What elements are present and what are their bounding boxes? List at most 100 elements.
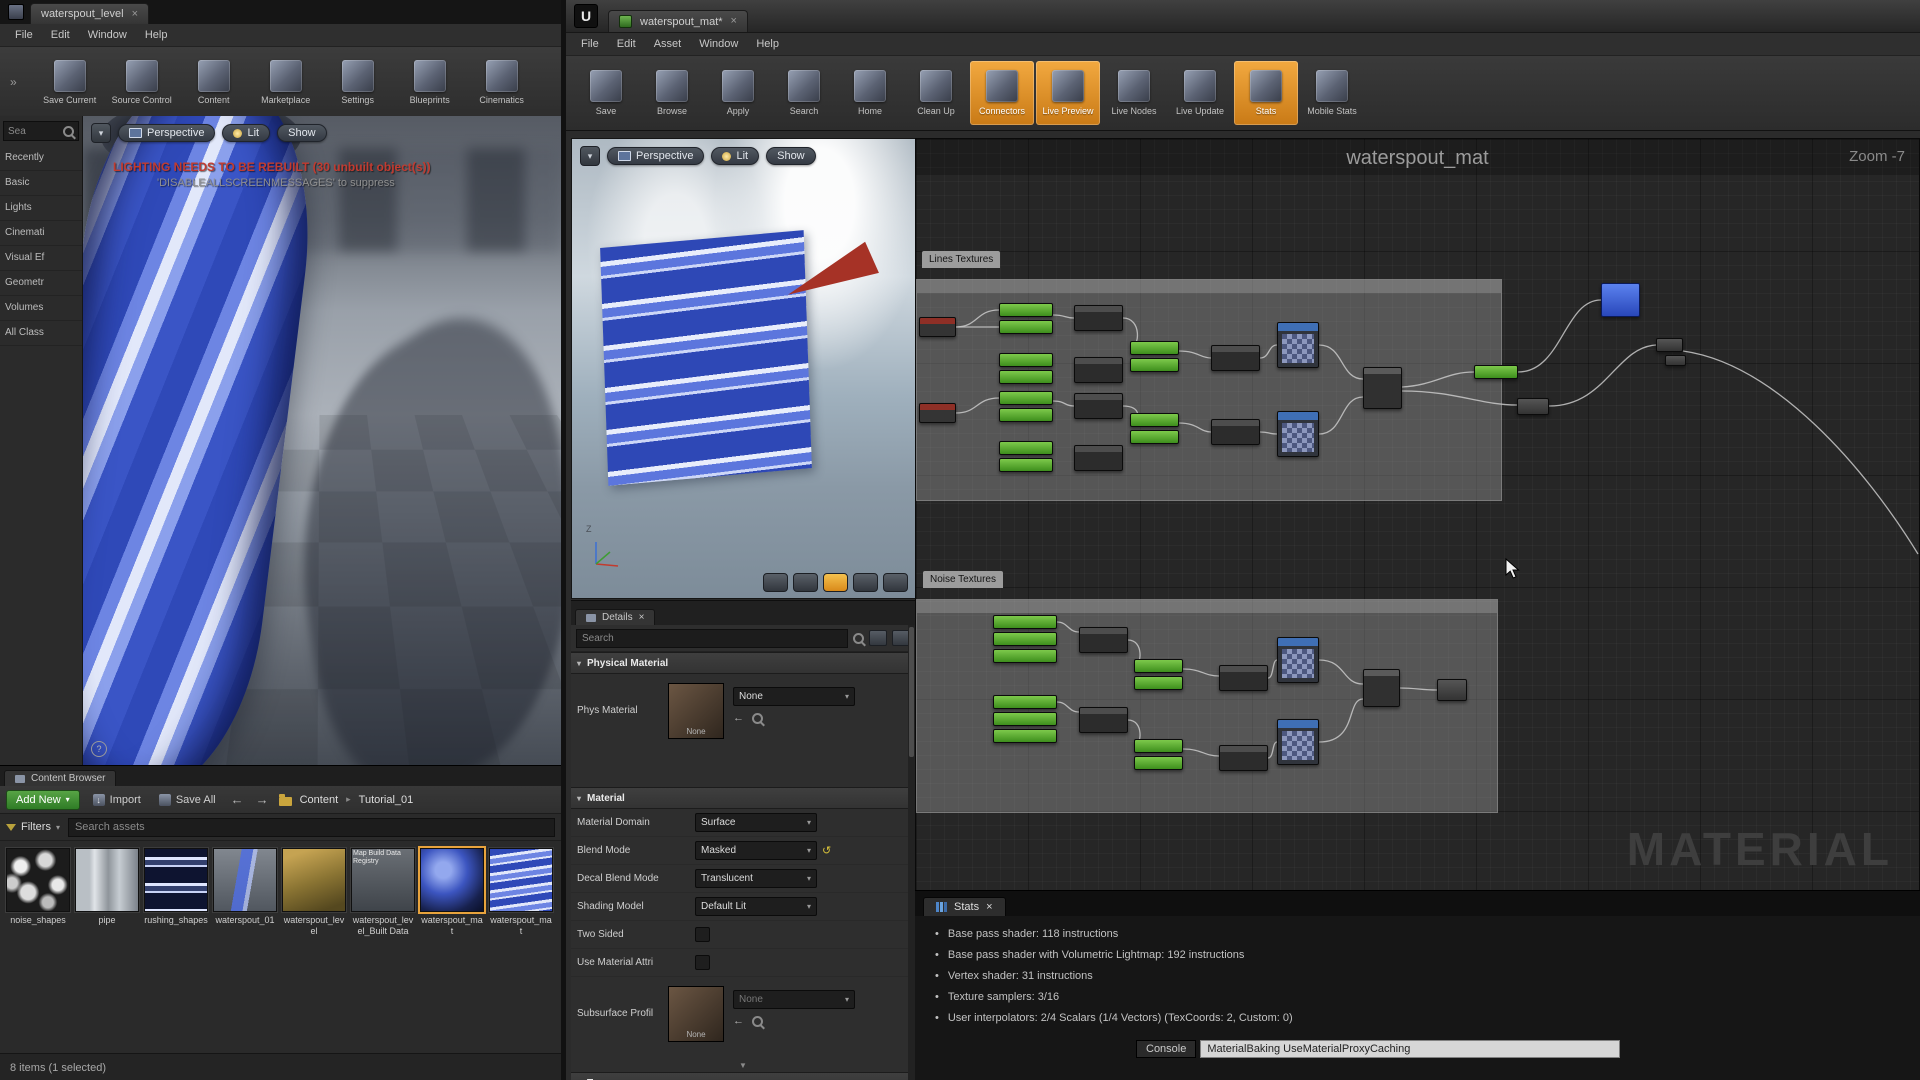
import-button[interactable]: ↓ Import [88, 791, 146, 809]
material-node[interactable] [1363, 669, 1400, 707]
details-scrollbar[interactable] [908, 625, 915, 1080]
material-node[interactable] [919, 403, 956, 423]
asset-tile[interactable]: waterspout_mat [489, 848, 553, 1046]
material-node[interactable] [993, 649, 1057, 663]
material-node[interactable] [1665, 355, 1686, 366]
material-node[interactable] [999, 458, 1053, 472]
back-icon[interactable]: ← [229, 792, 246, 807]
breadcrumb-current[interactable]: Tutorial_01 [359, 794, 414, 806]
browse-to-icon[interactable] [752, 1016, 763, 1027]
menu-item[interactable]: Help [136, 27, 177, 43]
material-node[interactable] [1437, 679, 1467, 701]
toolbar-button[interactable]: Source Control [109, 60, 175, 105]
close-icon[interactable]: × [986, 901, 992, 913]
material-node[interactable] [1211, 345, 1260, 371]
section-transparency[interactable]: ▾ Transparency [571, 1072, 915, 1080]
close-icon[interactable]: × [639, 612, 645, 623]
material-node[interactable] [1134, 659, 1183, 673]
material-node[interactable] [1079, 707, 1128, 733]
level-viewport[interactable]: ▾ Perspective Lit Show LIGHTING NEEDS TO… [83, 116, 561, 765]
lit-button[interactable]: Lit [711, 147, 759, 165]
menu-item[interactable]: Asset [645, 36, 691, 52]
use-selected-icon[interactable]: ← [733, 712, 744, 724]
show-button[interactable]: Show [766, 147, 816, 165]
material-node[interactable] [1074, 445, 1123, 471]
material-node[interactable] [1134, 739, 1183, 753]
toolbar-button[interactable]: Content [181, 60, 247, 105]
place-actors-category[interactable]: Lights [0, 196, 82, 221]
place-actors-search[interactable]: Sea [3, 121, 79, 141]
checkbox[interactable] [695, 927, 710, 942]
material-graph[interactable]: waterspout_mat Zoom -7 MATERIAL Lines Te… [915, 138, 1920, 891]
material-node[interactable] [1211, 419, 1260, 445]
search-assets-input[interactable] [68, 818, 555, 837]
toolbar-button[interactable]: Connectors [970, 61, 1034, 125]
place-actors-category[interactable]: Basic [0, 171, 82, 196]
material-node[interactable] [999, 303, 1053, 317]
subsurface-profile-thumbnail[interactable]: None [668, 986, 724, 1042]
subsurface-profile-dropdown[interactable]: None [733, 990, 855, 1009]
console-input[interactable] [1200, 1040, 1620, 1058]
toolbar-button[interactable]: Live Nodes [1102, 61, 1166, 125]
place-actors-category[interactable]: All Class [0, 321, 82, 346]
material-node[interactable] [1219, 665, 1268, 691]
toolbar-button[interactable]: Mobile Stats [1300, 61, 1364, 125]
toolbar-button[interactable]: Home [838, 61, 902, 125]
material-node[interactable] [993, 712, 1057, 726]
reset-to-default-icon[interactable] [822, 844, 831, 857]
details-tab[interactable]: Details × [575, 609, 655, 625]
breadcrumb-root[interactable]: Content [300, 794, 339, 806]
show-button[interactable]: Show [277, 124, 327, 142]
scroll-down-icon[interactable]: ▼ [571, 1058, 915, 1072]
place-actors-category[interactable]: Cinemati [0, 221, 82, 246]
material-node[interactable] [1130, 430, 1179, 444]
material-node[interactable] [993, 695, 1057, 709]
material-node[interactable] [999, 408, 1053, 422]
preview-shape-mesh-button[interactable] [883, 573, 908, 592]
material-node[interactable] [1474, 365, 1518, 379]
content-browser-tab[interactable]: Content Browser [4, 770, 116, 786]
material-node[interactable] [1277, 411, 1319, 457]
material-node[interactable] [1517, 398, 1549, 415]
preview-shape-plane-button[interactable] [823, 573, 848, 592]
material-node[interactable] [1079, 627, 1128, 653]
section-material[interactable]: ▾ Material [571, 787, 915, 809]
perspective-button[interactable]: Perspective [118, 124, 215, 142]
menu-item[interactable]: Window [690, 36, 747, 52]
menu-item[interactable]: File [572, 36, 608, 52]
detail-dropdown[interactable]: Surface [695, 813, 817, 832]
material-node[interactable] [1219, 745, 1268, 771]
material-node[interactable] [999, 320, 1053, 334]
details-search-input[interactable] [576, 629, 848, 648]
material-node[interactable] [993, 632, 1057, 646]
toolbar-button[interactable]: Settings [325, 60, 391, 105]
detail-dropdown[interactable]: Translucent [695, 869, 817, 888]
preview-shape-sphere-button[interactable] [793, 573, 818, 592]
material-node[interactable] [1134, 756, 1183, 770]
asset-tile[interactable]: waterspout_01 [213, 848, 277, 1046]
toolbar-button[interactable]: Cinematics [469, 60, 535, 105]
browse-to-icon[interactable] [752, 713, 763, 724]
toolbar-button[interactable]: Save [574, 61, 638, 125]
material-node[interactable] [1074, 393, 1123, 419]
perspective-button[interactable]: Perspective [607, 147, 704, 165]
material-node[interactable] [1074, 305, 1123, 331]
asset-tile[interactable]: pipe [75, 848, 139, 1046]
material-node[interactable] [1277, 322, 1319, 368]
material-node[interactable] [1656, 338, 1683, 352]
save-all-button[interactable]: Save All [154, 791, 221, 809]
forward-icon[interactable]: → [254, 792, 271, 807]
toolbar-button[interactable]: Blueprints [397, 60, 463, 105]
place-actors-category[interactable]: Recently [0, 146, 82, 171]
material-node[interactable] [1601, 283, 1640, 317]
asset-tile[interactable]: Map Build Data Registry waterspout_level… [351, 848, 415, 1046]
material-node[interactable] [1277, 637, 1319, 683]
place-actors-category[interactable]: Volumes [0, 296, 82, 321]
material-node[interactable] [1130, 358, 1179, 372]
material-node[interactable] [1134, 676, 1183, 690]
close-icon[interactable]: × [132, 9, 138, 20]
material-node[interactable] [999, 353, 1053, 367]
toolbar-button[interactable]: Stats [1234, 61, 1298, 125]
material-node[interactable] [1363, 367, 1402, 409]
toolbar-button[interactable]: Browse [640, 61, 704, 125]
